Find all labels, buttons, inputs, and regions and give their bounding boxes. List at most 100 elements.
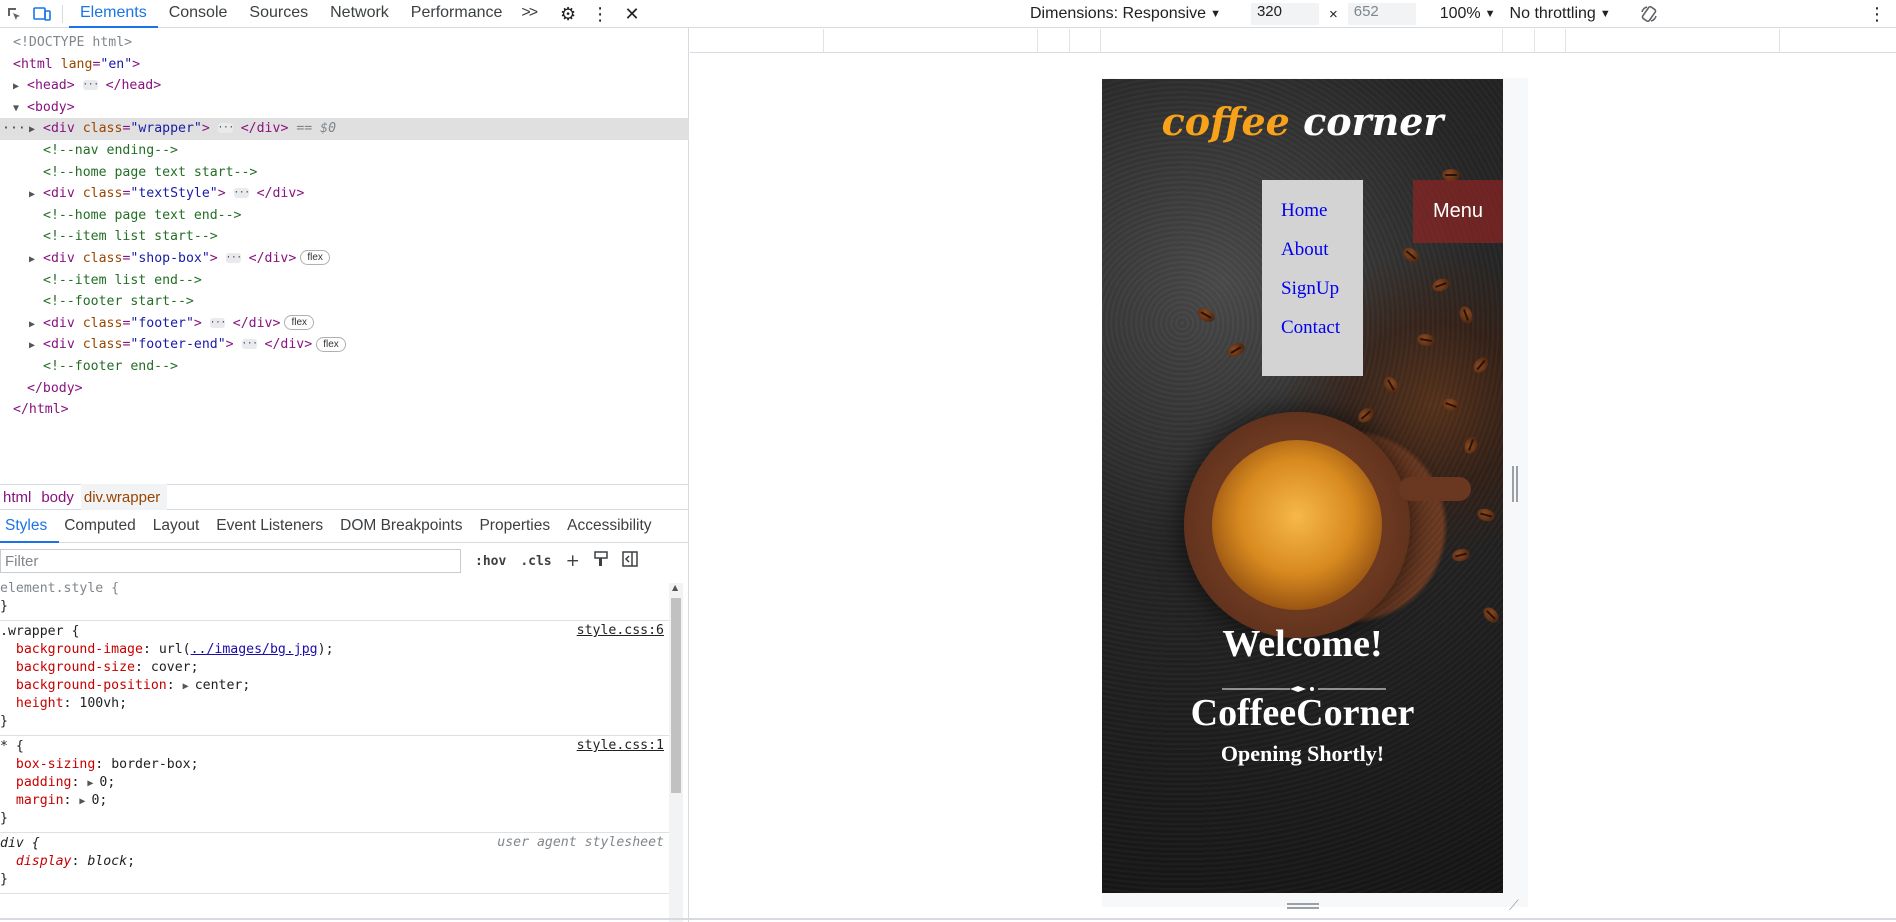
tab-event-listeners[interactable]: Event Listeners [211, 511, 335, 543]
tab-computed[interactable]: Computed [59, 511, 148, 543]
hover-state-button[interactable]: :hov [475, 554, 506, 569]
ellipsis-icon: ··· [209, 317, 227, 328]
flex-badge[interactable]: flex [284, 315, 315, 331]
toggle-sidebar-icon[interactable] [622, 550, 638, 572]
styles-subtabs: Styles Computed Layout Event Listeners D… [0, 511, 689, 543]
rule-div-user-agent[interactable]: user agent stylesheet div { display: blo… [0, 833, 669, 894]
resize-corner-icon[interactable]: ⟋ [1509, 898, 1519, 914]
more-options-icon[interactable]: ⋮ [584, 0, 616, 28]
expand-triangle-icon: ▶ [29, 318, 36, 330]
dom-line-footer-end[interactable]: ▶ <div class="footer-end"> ··· </div> flex [0, 334, 689, 356]
tab-dom-breakpoints[interactable]: DOM Breakpoints [335, 511, 474, 543]
breadcrumb: html body div.wrapper [0, 484, 689, 510]
dom-line-wrapper[interactable]: ··· ▶ <div class="wrapper"> ··· </div> == … [0, 118, 689, 140]
add-rule-icon[interactable]: + [566, 551, 580, 571]
rotate-icon[interactable] [1635, 0, 1663, 28]
device-toolbar-icon[interactable] [28, 0, 56, 28]
dom-line-comment[interactable]: <!--item list start--> [0, 226, 689, 248]
styles-scrollbar[interactable]: ▲ ▼ [669, 583, 683, 922]
tab-properties[interactable]: Properties [474, 511, 562, 543]
site-logo[interactable]: coffee corner [1102, 99, 1503, 144]
emulated-page: coffee corner Home About SignUp Contact … [1102, 79, 1503, 893]
source-link[interactable]: style.css:6 [577, 623, 664, 638]
dom-line-comment[interactable]: <!--footer start--> [0, 291, 689, 313]
coffee-bean [1225, 340, 1247, 360]
elements-panel: <!DOCTYPE html> <html lang="en"> ▶ <head>… [0, 28, 689, 922]
rule-wrapper[interactable]: style.css:6 .wrapper { background-image:… [0, 621, 669, 736]
tab-elements[interactable]: Elements [69, 0, 158, 28]
dom-line-textstyle[interactable]: ▶ <div class="textStyle"> ··· </div> [0, 183, 689, 205]
expand-triangle-icon: ▶ [182, 681, 195, 692]
resize-width-handle[interactable] [1512, 466, 1518, 502]
class-toggle-button[interactable]: .cls [520, 554, 551, 569]
coffee-bean [1416, 332, 1436, 348]
rule-universal[interactable]: style.css:1 * { box-sizing: border-box; … [0, 736, 669, 833]
breadcrumb-div-wrapper[interactable]: div.wrapper [80, 484, 168, 510]
dimensions-dropdown[interactable]: Dimensions: Responsive ▼ [1030, 5, 1221, 23]
expand-triangle-icon: ▶ [87, 778, 100, 789]
dimensions-label: Dimensions: Responsive [1030, 5, 1207, 22]
more-tabs-button[interactable]: >> [513, 0, 544, 28]
dom-line-comment[interactable]: <!--footer end--> [0, 356, 689, 378]
source-link[interactable]: style.css:1 [577, 738, 664, 753]
toolbar-divider [62, 5, 63, 23]
nav-link-about[interactable]: About [1262, 230, 1363, 269]
paint-brush-icon[interactable] [594, 550, 608, 572]
dom-line-html-close[interactable]: </html> [0, 399, 689, 421]
flex-badge[interactable]: flex [300, 250, 330, 266]
throttling-dropdown[interactable]: No throttling ▼ [1510, 5, 1611, 23]
chevron-down-icon: ▼ [1484, 8, 1496, 20]
tab-console[interactable]: Console [158, 0, 239, 28]
ellipsis-icon: ··· [217, 123, 235, 134]
rule-element-style[interactable]: element.style { } [0, 578, 669, 621]
tab-sources[interactable]: Sources [238, 0, 319, 28]
styles-filter-bar: Filter :hov .cls + [0, 544, 669, 578]
tab-network[interactable]: Network [319, 0, 400, 28]
dom-line-doctype[interactable]: <!DOCTYPE html> [0, 32, 689, 54]
breadcrumb-html[interactable]: html [0, 484, 38, 510]
media-query-ruler [690, 29, 1896, 53]
dom-line-body[interactable]: ▼ <body> [0, 97, 689, 119]
width-input[interactable]: 320 [1250, 3, 1319, 25]
nav-link-signup[interactable]: SignUp [1262, 269, 1363, 308]
dom-line-comment[interactable]: <!--home page text start--> [0, 162, 689, 184]
coffee-bean [1355, 404, 1377, 426]
tagline-text: Opening Shortly! [1220, 741, 1385, 766]
tab-styles[interactable]: Styles [0, 511, 60, 543]
resize-height-handle[interactable] [1287, 903, 1319, 909]
nav-link-contact[interactable]: Contact [1262, 308, 1363, 347]
device-more-options-icon[interactable]: ⋮ [1868, 0, 1886, 28]
tab-accessibility[interactable]: Accessibility [562, 511, 663, 543]
settings-gear-icon[interactable]: ⚙ [552, 0, 584, 28]
image-url-link[interactable]: ../images/bg.jpg [191, 642, 318, 657]
close-icon[interactable]: ✕ [616, 0, 648, 28]
scroll-up-icon[interactable]: ▲ [672, 583, 678, 592]
zoom-label: 100% [1439, 5, 1481, 22]
breadcrumb-body[interactable]: body [38, 484, 81, 510]
height-input[interactable]: 652 [1347, 3, 1416, 25]
brand-heading: CoffeeCorner [1190, 692, 1415, 734]
styles-filter-input[interactable]: Filter [0, 549, 461, 573]
ellipsis-icon: ··· [82, 80, 99, 91]
dom-line-comment[interactable]: <!--home page text end--> [0, 205, 689, 227]
expand-triangle-icon: ▶ [29, 340, 36, 352]
tab-layout[interactable]: Layout [148, 511, 212, 543]
dom-line-body-close[interactable]: </body> [0, 378, 689, 400]
zoom-dropdown[interactable]: 100% ▼ [1440, 5, 1496, 23]
more-actions-icon: ··· [2, 121, 26, 137]
tab-performance[interactable]: Performance [400, 0, 514, 28]
flex-badge[interactable]: flex [316, 336, 346, 352]
scrollbar-thumb[interactable] [671, 598, 681, 793]
dom-line-comment[interactable]: <!--nav ending--> [0, 140, 689, 162]
window-bottom-border [0, 918, 1896, 920]
dom-line-comment[interactable]: <!--item list end--> [0, 270, 689, 292]
dom-line-head[interactable]: ▶ <head> ··· </head> [0, 75, 689, 97]
expand-triangle-icon: ▶ [79, 796, 92, 807]
menu-button[interactable]: Menu [1413, 180, 1503, 243]
nav-link-home[interactable]: Home [1262, 191, 1363, 230]
inspect-element-icon[interactable] [0, 0, 28, 28]
dom-line-html[interactable]: <html lang="en"> [0, 54, 689, 76]
dom-line-shopbox[interactable]: ▶ <div class="shop-box"> ··· </div> flex [0, 248, 689, 270]
coffee-bean [1475, 506, 1497, 524]
dom-line-footer[interactable]: ▶ <div class="footer"> ··· </div> flex [0, 313, 689, 335]
